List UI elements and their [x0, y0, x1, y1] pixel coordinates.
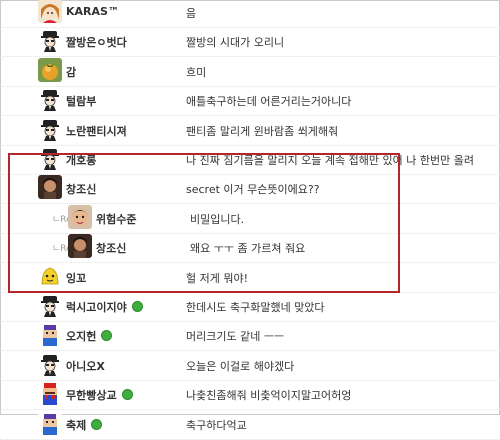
hat-man-avatar[interactable]: [38, 28, 62, 52]
persimmon-avatar[interactable]: [38, 58, 62, 82]
comment-row: 아니오X 오늘은 이걸로 해야겠다: [0, 350, 500, 381]
comment-nickname[interactable]: 무한빵상교: [66, 387, 117, 403]
comment-row: 무한빵상교 나춫친좀해줘 비춫억이지말고어허엉: [0, 379, 500, 410]
comment-nickname[interactable]: 럭시고이지야: [66, 299, 127, 315]
comment-text: 음: [186, 7, 197, 20]
online-badge-icon: [91, 419, 102, 430]
mario-avatar[interactable]: [38, 381, 62, 405]
online-badge-icon: [101, 330, 112, 341]
comment-text: 팬티좀 말리게 윈바람좀 쐬게해줘: [186, 125, 339, 138]
comment-text: 축구하다억교: [186, 419, 247, 432]
comment-nickname[interactable]: 털람부: [66, 93, 96, 109]
comment-row: 축제 축구하다억교: [0, 409, 500, 440]
hat-man-avatar[interactable]: [38, 293, 62, 317]
anime-girl-avatar[interactable]: [38, 0, 62, 23]
comment-row: 노란팬티시져 팬티좀 말리게 윈바람좀 쐬게해줘: [0, 115, 500, 146]
comment-nickname[interactable]: 아니오X: [66, 358, 105, 374]
comment-nickname[interactable]: 짤방은ㅇ벗다: [66, 34, 127, 50]
comment-text: 애틀축구하는데 어른거리는거아니다: [186, 95, 352, 108]
comment-text: 나춫친좀해줘 비춫억이지말고어허엉: [186, 389, 352, 402]
comment-text: 오늘은 이걸로 해야겠다: [186, 360, 295, 373]
comment-nickname[interactable]: 오지헌: [66, 328, 96, 344]
comment-row: 짤방은ㅇ벗다 짤방의 시대가 오리니: [0, 26, 500, 57]
online-badge-icon: [132, 301, 143, 312]
pixel-avatar[interactable]: [38, 322, 62, 346]
comment-row: 털람부 애틀축구하는데 어른거리는거아니다: [0, 85, 500, 116]
hat-man-avatar[interactable]: [38, 87, 62, 111]
comment-nickname[interactable]: 노란팬티시져: [66, 123, 127, 139]
comment-text: 흐미: [186, 66, 207, 79]
comment-nickname[interactable]: 축제: [66, 417, 86, 433]
comment-nickname[interactable]: 감: [66, 64, 76, 80]
hat-man-avatar[interactable]: [38, 117, 62, 141]
comment-text: 짤방의 시대가 오리니: [186, 36, 285, 49]
comment-row: 오지헌 머리크기도 같네 ㅡㅡ: [0, 320, 500, 351]
highlight-box: [8, 153, 400, 293]
hat-man-avatar[interactable]: [38, 352, 62, 376]
comment-row: 럭시고이지야 한데시도 축구화말했네 맞았다: [0, 291, 500, 322]
comment-text: 머리크기도 같네 ㅡㅡ: [186, 330, 285, 343]
comment-row: 감 흐미: [0, 56, 500, 87]
comment-nickname[interactable]: KARAS™: [66, 5, 119, 18]
online-badge-icon: [122, 389, 133, 400]
comment-text: 한데시도 축구화말했네 맞았다: [186, 301, 325, 314]
comment-row: KARAS™ 음: [0, 0, 500, 28]
